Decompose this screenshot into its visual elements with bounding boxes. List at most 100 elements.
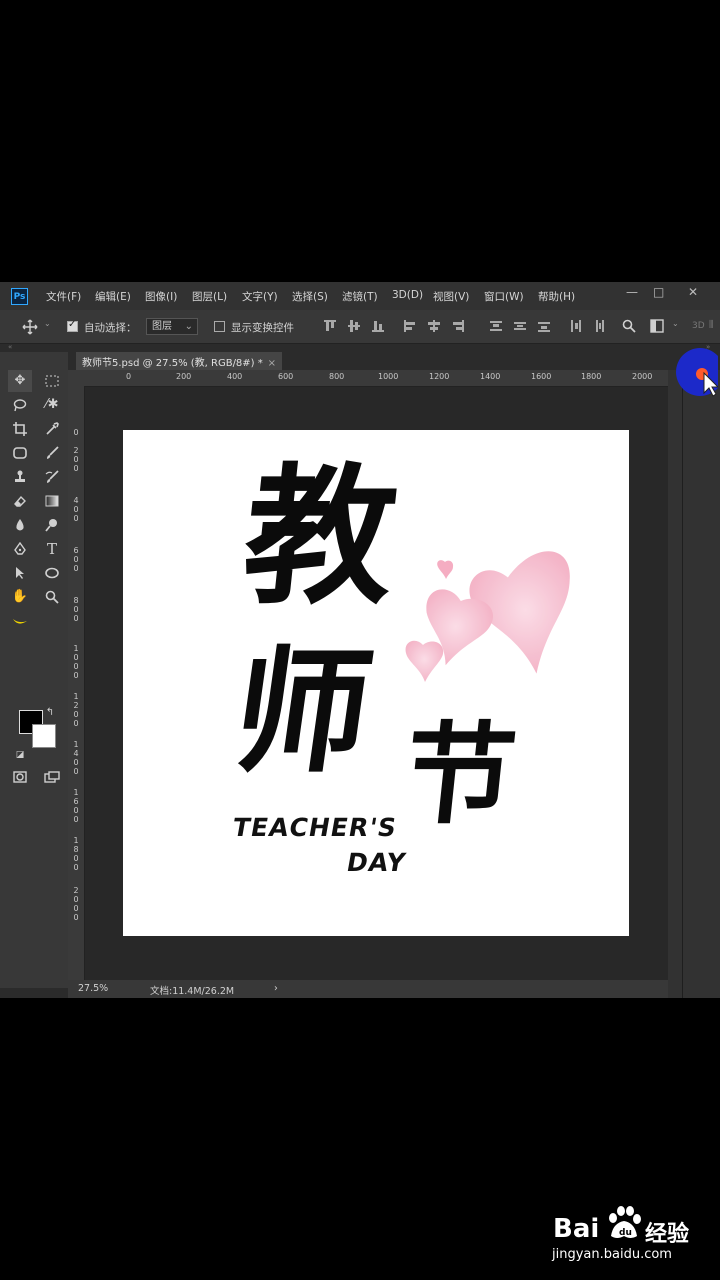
ruler-label: 600 [278,372,294,381]
more-options-icon[interactable]: ⫴ [709,319,713,332]
chevron-down-icon[interactable]: ⌄ [672,319,679,328]
paw-logo-icon: du [609,1206,641,1238]
default-colors-icon[interactable]: ◪ [10,744,30,766]
collapse-left-icon[interactable]: « [8,343,12,351]
calligraphy-char-1: 教 [235,451,405,625]
vertical-ruler[interactable]: 0 2 0 0 4 0 0 6 0 0 8 0 0 1 0 0 0 1 2 0 … [68,386,85,980]
zoom-tool-icon[interactable] [40,586,64,608]
frame-tool-icon[interactable] [8,442,32,464]
menu-type[interactable]: 文字(Y) [242,289,278,304]
ruler-label: 200 [176,372,192,381]
watermark-url: jingyan.baidu.com [552,1247,672,1262]
document-canvas[interactable]: 教 师 节 TEACHER'S DAY [123,430,629,936]
marquee-tool-icon[interactable] [40,370,64,392]
distribute-hcenter-icon[interactable] [594,320,606,332]
ruler-label: 0 [126,372,132,381]
horizontal-ruler[interactable]: 0 200 400 600 800 1000 1200 1400 1600 18… [84,370,668,387]
move-tool-icon[interactable] [22,319,38,335]
search-icon[interactable] [622,319,636,333]
ruler-label: 8 0 0 [73,596,79,623]
distribute-left-icon[interactable] [570,320,582,332]
ruler-corner [68,370,84,386]
menu-layer[interactable]: 图层(L) [192,289,227,304]
menu-edit[interactable]: 编辑(E) [95,289,131,304]
ruler-label: 1400 [480,372,501,381]
background-color-swatch[interactable] [32,724,56,748]
auto-select-checkbox[interactable] [67,319,78,332]
status-bar: 27.5% 文档:11.4M/26.2M › [68,980,668,998]
english-title-line2: DAY [344,848,409,877]
auto-select-label: 自动选择： [84,322,137,334]
ellipse-tool-icon[interactable] [40,562,64,584]
distribute-bottom-icon[interactable] [538,320,550,332]
ruler-label: 1800 [581,372,602,381]
calligraphy-char-2: 师 [223,634,382,791]
menu-window[interactable]: 窗口(W) [484,289,524,304]
distribute-top-icon[interactable] [490,320,502,332]
show-transform-checkbox[interactable] [214,321,225,332]
gradient-tool-icon[interactable] [40,490,64,512]
pointer-cursor-icon [674,346,720,400]
show-transform-label: 显示变换控件 [231,322,294,334]
align-vcenter-icon[interactable] [348,320,360,332]
ruler-label: 1000 [378,372,399,381]
ruler-label: 400 [227,372,243,381]
menu-select[interactable]: 选择(S) [292,289,328,304]
panel-collapse-bar[interactable]: « » [0,343,720,352]
quick-mask-icon[interactable] [8,766,32,788]
auto-select-target-select[interactable]: 图层 ⌄ [146,318,198,335]
right-panel-strip [668,370,720,998]
ruler-label: 1600 [531,372,552,381]
minimize-button[interactable]: — [626,285,638,299]
zoom-level[interactable]: 27.5% [78,983,108,994]
banana-icon[interactable] [8,610,32,632]
move-tool-icon[interactable]: ✥ [8,370,32,392]
eyedropper-tool-icon[interactable] [40,418,64,440]
photoshop-logo: Ps [11,288,28,305]
chevron-down-icon[interactable]: ⌄ [44,319,51,328]
blur-tool-icon[interactable] [8,514,32,536]
close-window-button[interactable]: ✕ [688,285,698,299]
distribute-vcenter-icon[interactable] [514,320,526,332]
align-right-icon[interactable] [452,320,464,332]
dodge-tool-icon[interactable] [40,514,64,536]
lasso-tool-icon[interactable] [8,394,32,416]
align-bottom-icon[interactable] [372,320,384,332]
swap-colors-icon[interactable]: ↰ [40,702,60,724]
options-bar: ⌄ 自动选择： 图层 ⌄ 显示变换控件 ⌄ 3D ⫴ [0,310,720,344]
menu-3d[interactable]: 3D(D) [392,289,423,301]
ruler-label: 1 6 0 0 [73,788,79,824]
type-tool-icon[interactable]: T [40,538,64,560]
menu-image[interactable]: 图像(I) [145,289,177,304]
ruler-label: 1 4 0 0 [73,740,79,776]
hearts-illustration [405,551,570,682]
menu-view[interactable]: 视图(V) [433,289,469,304]
align-left-icon[interactable] [404,320,416,332]
menu-help[interactable]: 帮助(H) [538,289,575,304]
menu-file[interactable]: 文件(F) [46,289,81,304]
history-brush-tool-icon[interactable] [40,466,64,488]
chevron-down-icon: ⌄ [184,321,193,332]
document-size-info: 文档:11.4M/26.2M [150,986,235,997]
align-top-icon[interactable] [324,320,336,332]
eraser-tool-icon[interactable] [8,490,32,512]
document-tab-title: 教师节5.psd @ 27.5% (教, RGB/8#) * [82,358,263,369]
watermark-brand: Bai [553,1214,600,1244]
maximize-button[interactable]: □ [653,285,664,299]
hand-tool-icon[interactable]: ✋ [8,586,32,608]
stamp-tool-icon[interactable] [8,466,32,488]
ruler-label: 1 2 0 0 [73,692,79,728]
menu-filter[interactable]: 滤镜(T) [342,289,378,304]
ruler-label: 1 8 0 0 [73,836,79,872]
magic-wand-tool-icon[interactable]: ⁄✱ [40,394,64,416]
crop-tool-icon[interactable] [8,418,32,440]
path-selection-tool-icon[interactable] [8,562,32,584]
pen-tool-icon[interactable] [8,538,32,560]
workspace-icon[interactable] [650,319,664,333]
calligraphy-char-3: 节 [398,711,522,839]
brush-tool-icon[interactable] [40,442,64,464]
svg-text:du: du [619,1228,632,1238]
status-menu-arrow[interactable]: › [274,983,278,994]
align-hcenter-icon[interactable] [428,320,440,332]
screen-mode-icon[interactable] [40,766,64,788]
